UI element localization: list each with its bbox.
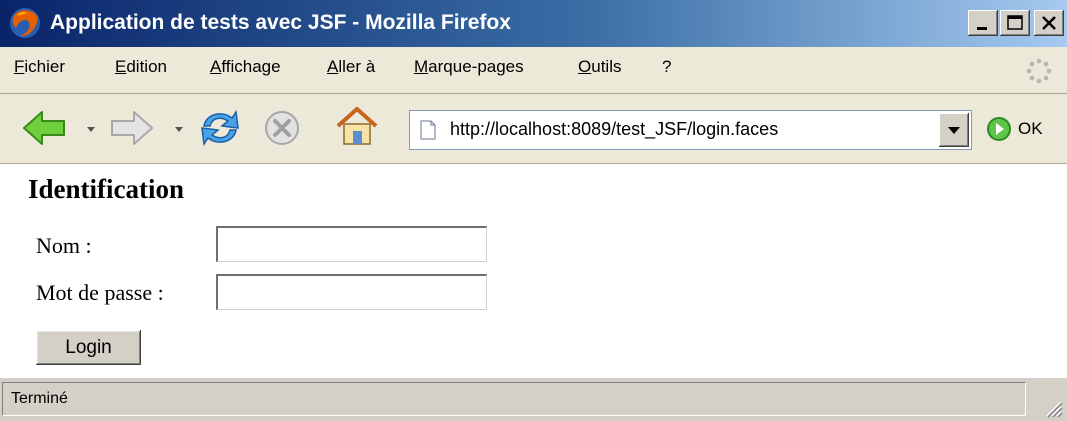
page-content: Identification Nom : Mot de passe : Logi… [0,164,1067,377]
menu-outils[interactable]: Outils [578,57,621,77]
throbber-icon [1026,58,1052,84]
navigation-toolbar: http://localhost:8089/test_JSF/login.fac… [0,94,1067,164]
forward-dropdown-icon[interactable] [175,127,183,132]
chevron-down-icon [948,127,960,134]
resize-grip-icon[interactable] [1041,396,1063,418]
name-input[interactable] [216,226,487,262]
url-text[interactable]: http://localhost:8089/test_JSF/login.fac… [450,119,778,140]
title-bar[interactable]: Application de tests avec JSF - Mozilla … [0,0,1067,47]
home-icon[interactable] [334,104,380,150]
url-dropdown-button[interactable] [939,113,969,147]
window-title: Application de tests avec JSF - Mozilla … [50,11,511,34]
password-label: Mot de passe : [36,280,164,305]
minimize-button[interactable] [968,10,998,36]
page-title: Identification [28,174,185,204]
stop-icon[interactable] [262,108,302,148]
menu-aller-a[interactable]: Aller à [327,57,375,77]
password-input[interactable] [216,274,487,310]
menu-bar: Fichier Edition Affichage Aller à Marque… [0,47,1067,94]
firefox-icon [10,8,40,38]
maximize-icon [1007,15,1023,30]
close-icon [1042,16,1056,30]
address-bar[interactable]: http://localhost:8089/test_JSF/login.fac… [409,110,972,150]
minimize-icon [977,27,987,30]
menu-fichier[interactable]: Fichier [14,57,65,77]
page-icon [420,120,436,140]
menu-affichage[interactable]: Affichage [210,57,281,77]
back-dropdown-icon[interactable] [87,127,95,132]
status-text: Terminé [11,390,68,407]
name-label: Nom : [36,233,92,258]
status-panel: Terminé [2,382,1026,416]
menu-edition[interactable]: Edition [115,57,167,77]
go-icon[interactable] [986,116,1012,142]
browser-window: Application de tests avec JSF - Mozilla … [0,0,1067,421]
reload-icon[interactable] [196,104,244,152]
menu-marque-pages[interactable]: Marque-pages [414,57,524,77]
maximize-button[interactable] [1000,10,1030,36]
login-button[interactable]: Login [36,330,141,365]
back-icon[interactable] [20,108,68,148]
menu-aide[interactable]: ? [662,57,671,77]
close-button[interactable] [1034,10,1064,36]
go-button-label[interactable]: OK [1018,119,1043,139]
forward-icon[interactable] [108,108,156,148]
status-bar: Terminé [0,377,1067,421]
